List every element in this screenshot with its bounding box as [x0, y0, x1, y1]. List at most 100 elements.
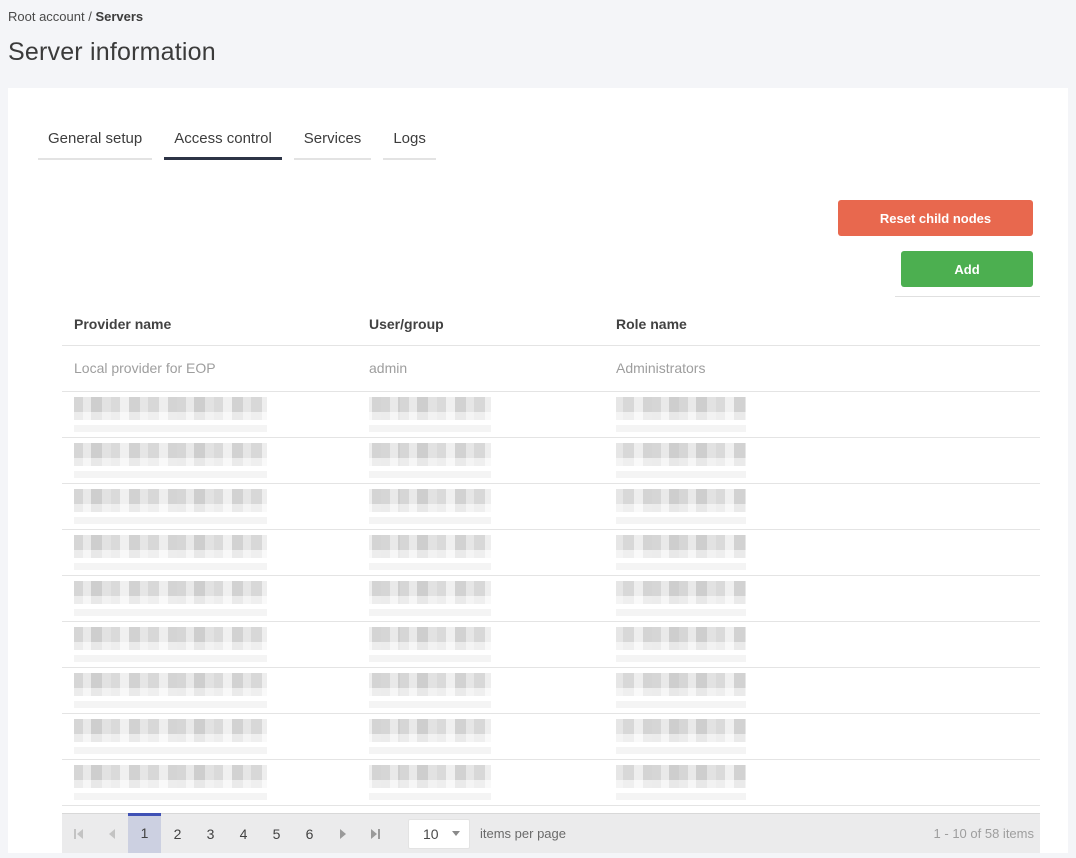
- table-row[interactable]: [62, 621, 1040, 668]
- breadcrumb-root-link[interactable]: Root account: [8, 9, 85, 24]
- items-per-page-label: items per page: [480, 826, 566, 841]
- table-row[interactable]: [62, 667, 1040, 714]
- redacted-content: [74, 626, 267, 662]
- redacted-content: [616, 764, 746, 800]
- pager-previous-page-button[interactable]: [95, 814, 128, 853]
- cell-provider: [62, 667, 357, 714]
- pager-summary: 1 - 10 of 58 items: [933, 826, 1034, 841]
- redacted-content: [369, 718, 491, 754]
- redacted-content: [369, 764, 491, 800]
- top-bar: Root account / Servers Server informatio…: [0, 0, 1076, 67]
- redacted-content: [369, 534, 491, 570]
- cell-role: [604, 575, 1040, 622]
- dropdown-caret-icon: [452, 831, 460, 836]
- previous-page-icon: [108, 828, 115, 839]
- cell-user: [357, 483, 604, 530]
- pager-first-page-button[interactable]: [62, 814, 95, 853]
- cell-role: [604, 667, 1040, 714]
- grid-toolbar: Reset child nodes Add: [8, 200, 1040, 297]
- table-row[interactable]: [62, 529, 1040, 576]
- cell-user: [357, 667, 604, 714]
- access-control-grid: Provider name User/group Role name Local…: [62, 303, 1040, 806]
- cell-provider: [62, 759, 357, 806]
- redacted-content: [616, 396, 746, 432]
- redacted-content: [616, 626, 746, 662]
- cell-provider: Local provider for EOP: [62, 345, 357, 392]
- table-row[interactable]: Local provider for EOP admin Administrator…: [62, 345, 1040, 392]
- pager-last-page-button[interactable]: [359, 814, 392, 853]
- redacted-content: [616, 580, 746, 616]
- cell-role: [604, 391, 1040, 438]
- table-row[interactable]: [62, 575, 1040, 622]
- breadcrumb: Root account / Servers: [8, 9, 1068, 24]
- tab-logs[interactable]: Logs: [383, 130, 436, 160]
- pager-page-5[interactable]: 5: [260, 814, 293, 853]
- table-row[interactable]: [62, 713, 1040, 760]
- table-header-row: Provider name User/group Role name: [62, 303, 1040, 346]
- redacted-content: [74, 488, 267, 524]
- redacted-content: [616, 672, 746, 708]
- column-header-role-name[interactable]: Role name: [604, 303, 1040, 346]
- pager-page-2[interactable]: 2: [161, 814, 194, 853]
- cell-provider: [62, 483, 357, 530]
- cell-user: [357, 713, 604, 760]
- reset-child-nodes-button[interactable]: Reset child nodes: [838, 200, 1033, 236]
- redacted-content: [74, 764, 267, 800]
- cell-user: [357, 759, 604, 806]
- pager-page-3[interactable]: 3: [194, 814, 227, 853]
- cell-role: [604, 483, 1040, 530]
- pager-page-1[interactable]: 1: [128, 813, 161, 853]
- cell-user: [357, 621, 604, 668]
- add-button[interactable]: Add: [901, 251, 1033, 287]
- cell-user: [357, 437, 604, 484]
- cell-provider: [62, 437, 357, 484]
- cell-provider: [62, 391, 357, 438]
- cell-provider: [62, 621, 357, 668]
- table-row[interactable]: [62, 391, 1040, 438]
- grid-pager: 123456 10 items per page 1 - 10 of 58 it…: [62, 813, 1040, 853]
- cell-user: [357, 575, 604, 622]
- pager-pages: 123456: [128, 813, 326, 853]
- tab-services[interactable]: Services: [293, 130, 372, 160]
- page-title: Server information: [8, 38, 216, 66]
- tab-access-control[interactable]: Access control: [164, 130, 282, 160]
- cell-user: admin: [357, 345, 604, 392]
- tab-general-setup[interactable]: General setup: [38, 130, 153, 160]
- redacted-content: [369, 672, 491, 708]
- table-body: Local provider for EOP admin Administrator…: [62, 345, 1040, 806]
- cell-user: [357, 529, 604, 576]
- redacted-content: [74, 580, 267, 616]
- column-header-user-group[interactable]: User/group: [357, 303, 604, 346]
- redacted-content: [616, 442, 746, 478]
- table-row[interactable]: [62, 759, 1040, 806]
- toolbar-divider: [895, 296, 1040, 297]
- breadcrumb-separator: /: [84, 9, 96, 24]
- redacted-content: [74, 396, 267, 432]
- cell-role: [604, 713, 1040, 760]
- cell-user: [357, 391, 604, 438]
- redacted-content: [74, 442, 267, 478]
- redacted-content: [369, 626, 491, 662]
- cell-role: Administrators: [604, 345, 1040, 392]
- pager-page-4[interactable]: 4: [227, 814, 260, 853]
- column-header-provider-name[interactable]: Provider name: [62, 303, 357, 346]
- table-row[interactable]: [62, 437, 1040, 484]
- redacted-content: [369, 488, 491, 524]
- cell-role: [604, 437, 1040, 484]
- pager-page-6[interactable]: 6: [293, 814, 326, 853]
- cell-role: [604, 759, 1040, 806]
- cell-provider: [62, 575, 357, 622]
- next-page-icon: [339, 828, 346, 839]
- redacted-content: [74, 534, 267, 570]
- redacted-content: [616, 488, 746, 524]
- redacted-content: [369, 396, 491, 432]
- page-size-dropdown[interactable]: 10: [408, 818, 470, 849]
- cell-provider: [62, 713, 357, 760]
- cell-role: [604, 529, 1040, 576]
- cell-provider: [62, 529, 357, 576]
- pager-next-page-button[interactable]: [326, 814, 359, 853]
- last-page-icon: [371, 828, 377, 839]
- table-row[interactable]: [62, 483, 1040, 530]
- breadcrumb-current: Servers: [95, 9, 144, 24]
- redacted-content: [369, 442, 491, 478]
